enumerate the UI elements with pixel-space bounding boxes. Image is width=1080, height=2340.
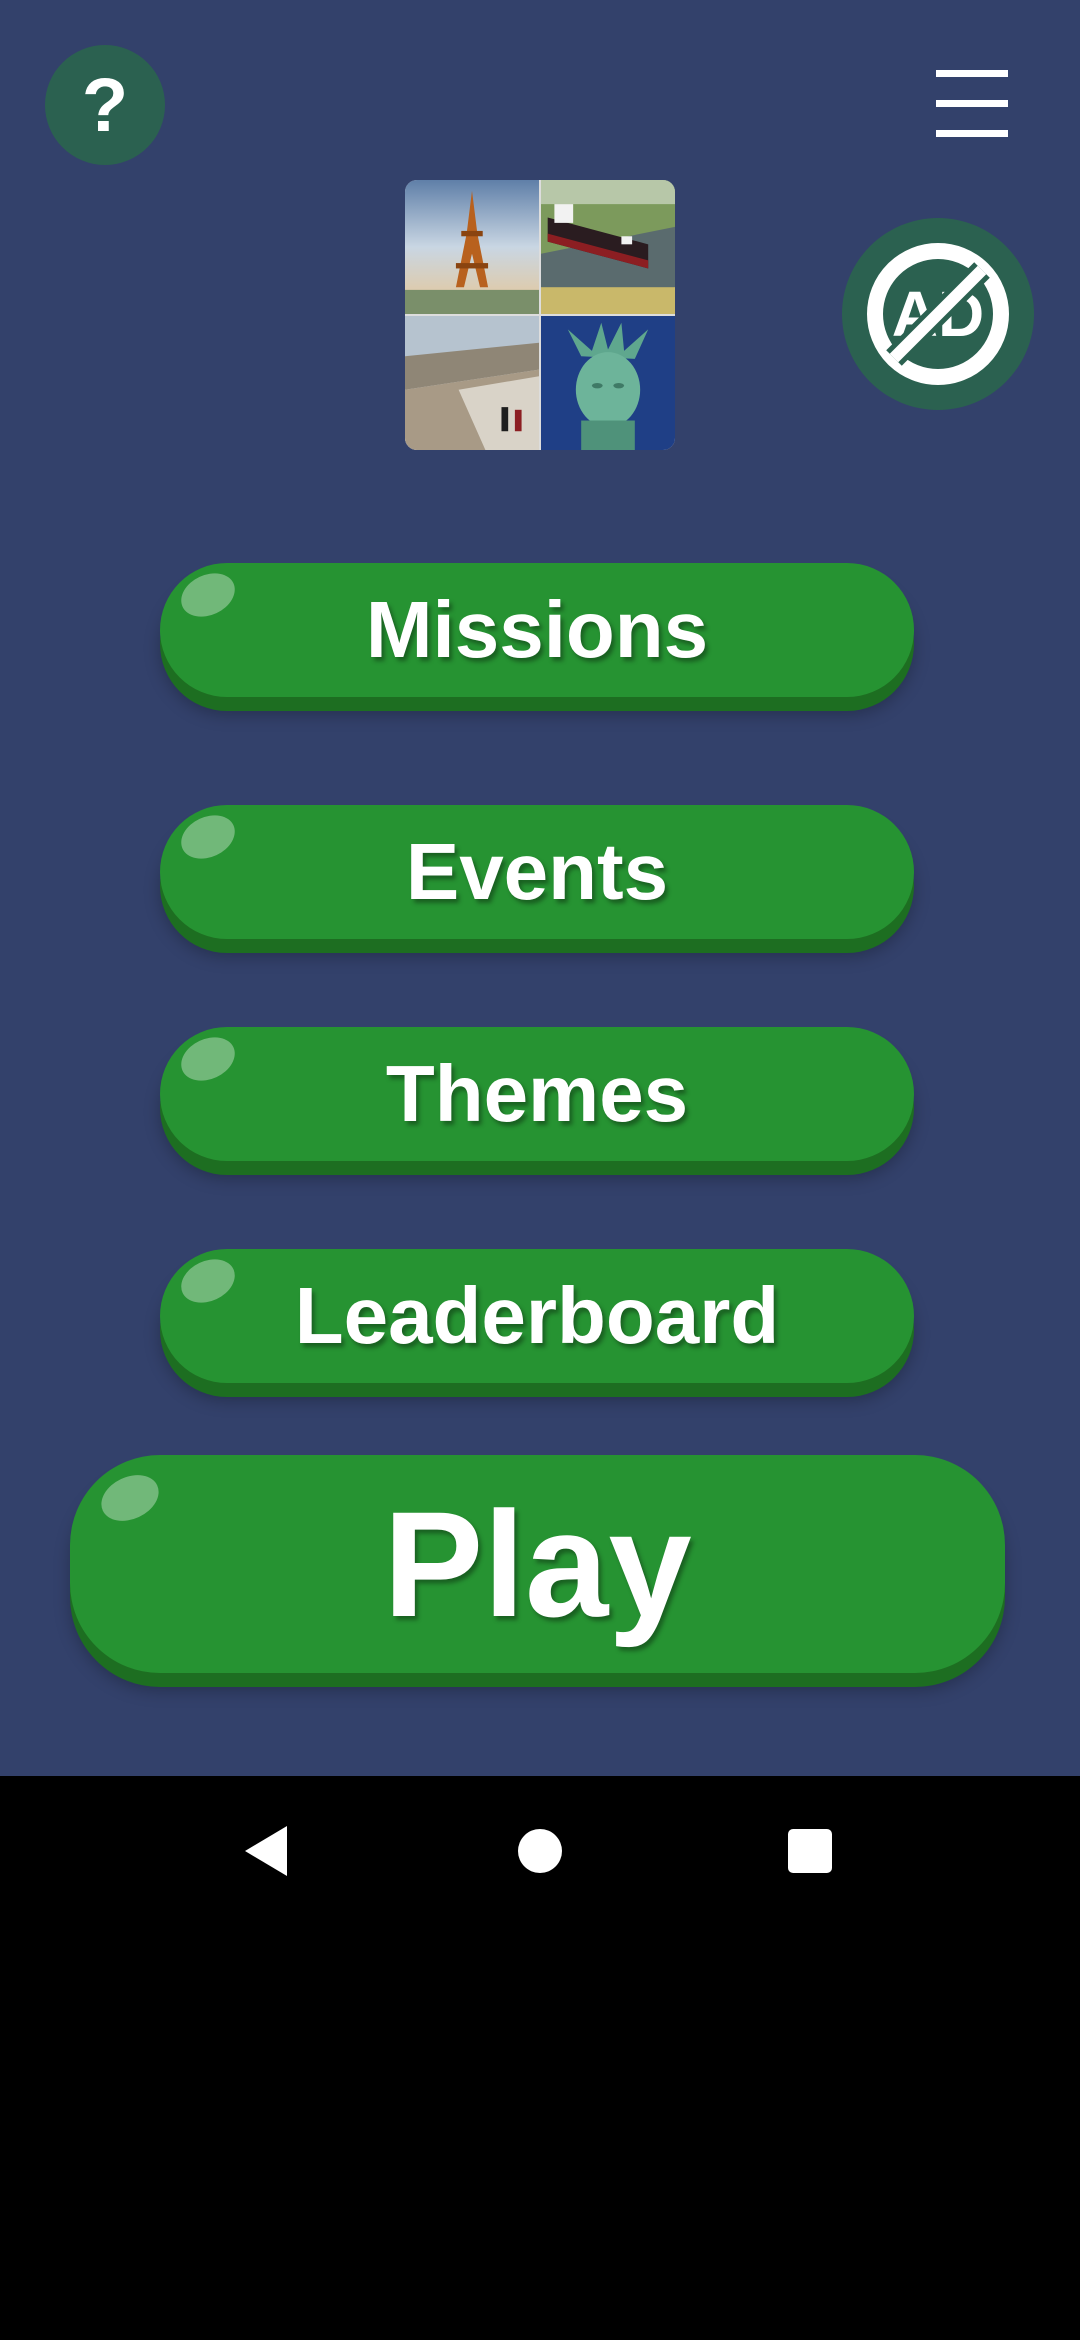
- great-wall-image: [405, 316, 539, 450]
- themes-button[interactable]: Themes: [160, 1027, 914, 1161]
- main-screen: ? AD: [0, 0, 1080, 1776]
- play-button[interactable]: Play: [70, 1455, 1005, 1673]
- ship-canal-image: [541, 180, 675, 314]
- missions-button[interactable]: Missions: [160, 563, 914, 697]
- statue-of-liberty-image: [541, 316, 675, 450]
- no-ads-button[interactable]: AD: [842, 218, 1034, 410]
- system-navigation-bar: [0, 1776, 1080, 1926]
- eiffel-tower-image: [405, 180, 539, 314]
- themes-label: Themes: [385, 1049, 689, 1138]
- hamburger-menu-icon[interactable]: [936, 70, 1014, 138]
- back-triangle-icon[interactable]: [237, 1821, 297, 1881]
- leaderboard-label: Leaderboard: [294, 1271, 780, 1360]
- help-button[interactable]: ?: [45, 45, 165, 165]
- question-icon: ?: [81, 62, 129, 148]
- events-label: Events: [405, 827, 669, 916]
- leaderboard-button[interactable]: Leaderboard: [160, 1249, 914, 1383]
- home-circle-icon[interactable]: [510, 1821, 570, 1881]
- events-button[interactable]: Events: [160, 805, 914, 939]
- recents-square-icon[interactable]: [780, 1821, 840, 1881]
- missions-label: Missions: [365, 585, 709, 674]
- game-logo-collage: [405, 180, 675, 450]
- play-label: Play: [383, 1479, 692, 1648]
- no-ads-icon: AD: [867, 243, 1009, 385]
